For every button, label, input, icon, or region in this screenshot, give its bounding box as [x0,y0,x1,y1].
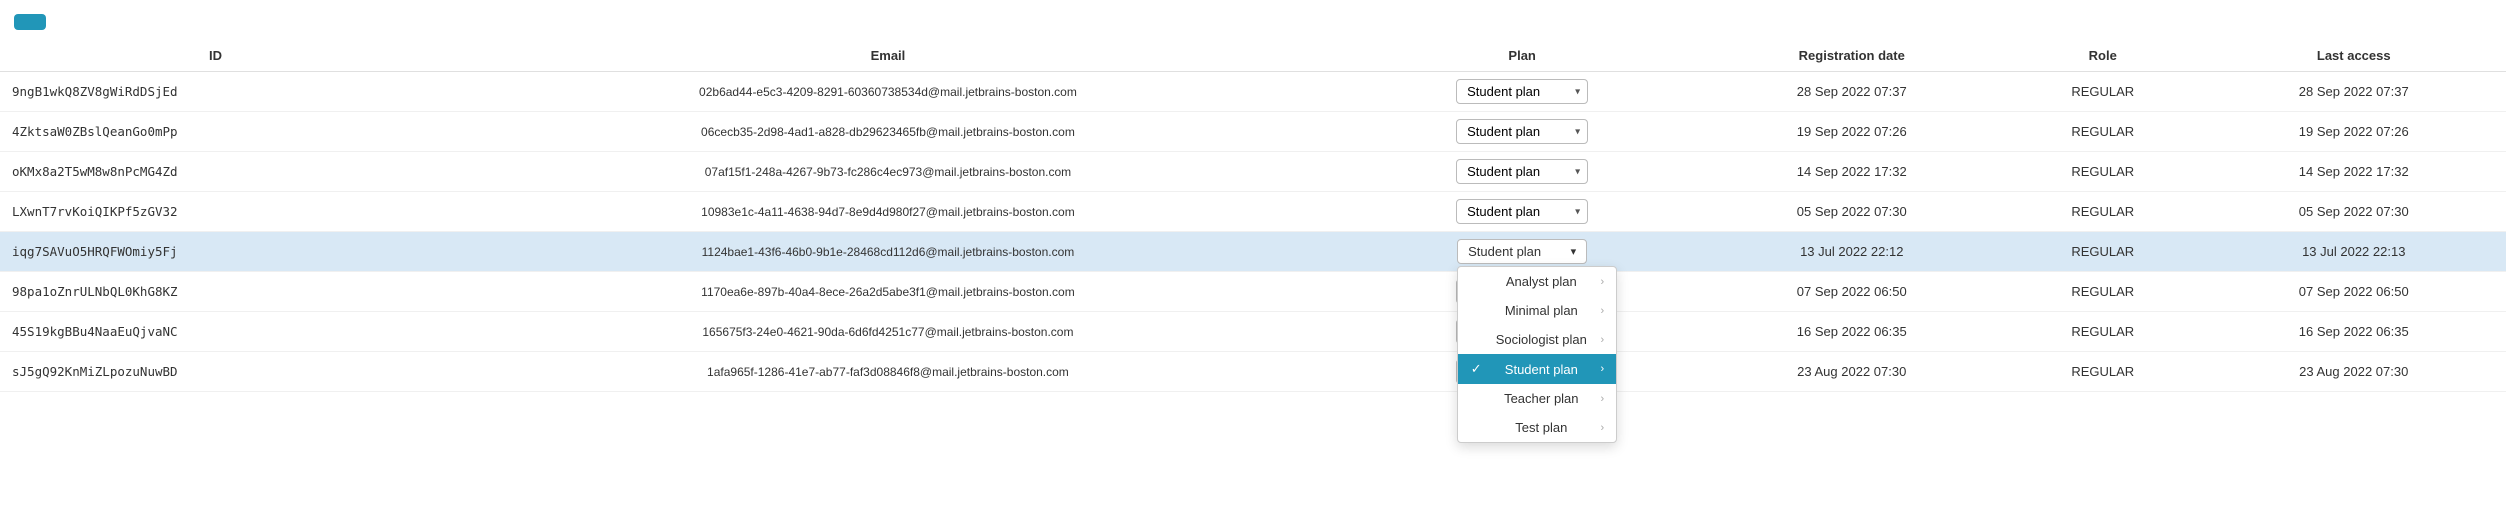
option-arrow-icon: › [1600,276,1604,288]
top-bar [0,0,2506,40]
plan-select-wrapper: Analyst planMinimal planSociologist plan… [1456,159,1588,184]
plan-dropdown-container[interactable]: Student plan▾Analyst plan›Minimal plan›S… [1457,239,1587,264]
col-last-access: Last access [2202,40,2506,72]
cell-plan[interactable]: Analyst planMinimal planSociologist plan… [1345,192,1700,232]
option-arrow-icon: › [1600,363,1604,375]
cell-role: REGULAR [2004,312,2202,352]
cell-email: 02b6ad44-e5c3-4209-8291-60360738534d@mai… [431,72,1345,112]
cell-plan[interactable]: Analyst planMinimal planSociologist plan… [1345,152,1700,192]
cell-role: REGULAR [2004,152,2202,192]
table-row: sJ5gQ92KnMiZLpozuNuwBD1afa965f-1286-41e7… [0,352,2506,392]
table-header-row: ID Email Plan Registration date Role Las… [0,40,2506,72]
col-id: ID [0,40,431,72]
cell-plan[interactable]: Analyst planMinimal planSociologist plan… [1345,112,1700,152]
col-email: Email [431,40,1345,72]
option-arrow-icon: › [1600,422,1604,434]
plan-option-label: Minimal plan [1488,303,1594,318]
plan-dropdown-menu: Analyst plan›Minimal plan›Sociologist pl… [1457,266,1617,443]
option-arrow-icon: › [1600,334,1604,346]
cell-plan[interactable]: Student plan▾Analyst plan›Minimal plan›S… [1345,232,1700,272]
plan-select-wrapper: Analyst planMinimal planSociologist plan… [1456,79,1588,104]
plan-dropdown-option[interactable]: Test plan › [1458,413,1616,442]
cell-email: 10983e1c-4a11-4638-94d7-8e9d4d980f27@mai… [431,192,1345,232]
plan-option-label: Teacher plan [1488,391,1594,406]
plan-select[interactable]: Analyst planMinimal planSociologist plan… [1456,159,1588,184]
table-row: 4ZktsaW0ZBslQeanGo0mPp06cecb35-2d98-4ad1… [0,112,2506,152]
cell-last-access: 28 Sep 2022 07:37 [2202,72,2506,112]
table-row: oKMx8a2T5wM8w8nPcMG4Zd07af15f1-248a-4267… [0,152,2506,192]
cell-last-access: 23 Aug 2022 07:30 [2202,352,2506,392]
cell-email: 1124bae1-43f6-46b0-9b1e-28468cd112d6@mai… [431,232,1345,272]
cell-email: 1170ea6e-897b-40a4-8ece-26a2d5abe3f1@mai… [431,272,1345,312]
cell-reg-date: 05 Sep 2022 07:30 [1700,192,2004,232]
cell-reg-date: 07 Sep 2022 06:50 [1700,272,2004,312]
cell-id: LXwnT7rvKoiQIKPf5zGV32 [0,192,431,232]
cell-reg-date: 28 Sep 2022 07:37 [1700,72,2004,112]
cell-id: 98pa1oZnrULNbQL0KhG8KZ [0,272,431,312]
plan-option-label: Test plan [1488,420,1594,435]
table-row: 98pa1oZnrULNbQL0KhG8KZ1170ea6e-897b-40a4… [0,272,2506,312]
plan-option-label: Student plan [1488,362,1594,377]
cell-role: REGULAR [2004,112,2202,152]
col-plan: Plan [1345,40,1700,72]
plan-select-wrapper: Analyst planMinimal planSociologist plan… [1456,199,1588,224]
plan-select[interactable]: Analyst planMinimal planSociologist plan… [1456,119,1588,144]
option-arrow-icon: › [1600,393,1604,405]
col-role: Role [2004,40,2202,72]
cell-last-access: 07 Sep 2022 06:50 [2202,272,2506,312]
plan-select-wrapper: Analyst planMinimal planSociologist plan… [1456,119,1588,144]
users-table: ID Email Plan Registration date Role Las… [0,40,2506,392]
chevron-down-icon: ▾ [1571,245,1577,258]
option-arrow-icon: › [1600,305,1604,317]
cell-last-access: 19 Sep 2022 07:26 [2202,112,2506,152]
view-all-users-button[interactable] [14,14,46,30]
cell-id: oKMx8a2T5wM8w8nPcMG4Zd [0,152,431,192]
table-row: 9ngB1wkQ8ZV8gWiRdDSjEd02b6ad44-e5c3-4209… [0,72,2506,112]
cell-reg-date: 13 Jul 2022 22:12 [1700,232,2004,272]
table-row: iqg7SAVuO5HRQFWOmiy5Fj1124bae1-43f6-46b0… [0,232,2506,272]
cell-role: REGULAR [2004,272,2202,312]
table-row: LXwnT7rvKoiQIKPf5zGV3210983e1c-4a11-4638… [0,192,2506,232]
plan-select[interactable]: Analyst planMinimal planSociologist plan… [1456,79,1588,104]
plan-dropdown-option[interactable]: Analyst plan › [1458,267,1616,296]
cell-last-access: 14 Sep 2022 17:32 [2202,152,2506,192]
plan-option-label: Sociologist plan [1488,332,1594,347]
cell-reg-date: 19 Sep 2022 07:26 [1700,112,2004,152]
cell-id: iqg7SAVuO5HRQFWOmiy5Fj [0,232,431,272]
table-row: 45S19kgBBu4NaaEuQjvaNC165675f3-24e0-4621… [0,312,2506,352]
plan-select[interactable]: Analyst planMinimal planSociologist plan… [1456,199,1588,224]
cell-reg-date: 16 Sep 2022 06:35 [1700,312,2004,352]
plan-dropdown-option[interactable]: Minimal plan › [1458,296,1616,325]
cell-role: REGULAR [2004,232,2202,272]
checkmark-icon: ✓ [1470,361,1482,377]
cell-id: 4ZktsaW0ZBslQeanGo0mPp [0,112,431,152]
cell-id: sJ5gQ92KnMiZLpozuNuwBD [0,352,431,392]
cell-id: 45S19kgBBu4NaaEuQjvaNC [0,312,431,352]
cell-role: REGULAR [2004,192,2202,232]
cell-id: 9ngB1wkQ8ZV8gWiRdDSjEd [0,72,431,112]
cell-reg-date: 23 Aug 2022 07:30 [1700,352,2004,392]
plan-dropdown-option[interactable]: ✓ Student plan › [1458,354,1616,384]
cell-last-access: 16 Sep 2022 06:35 [2202,312,2506,352]
plan-dropdown-trigger[interactable]: Student plan ▾ [1457,239,1587,264]
cell-last-access: 13 Jul 2022 22:13 [2202,232,2506,272]
cell-role: REGULAR [2004,72,2202,112]
plan-dropdown-label: Student plan [1468,244,1541,259]
cell-email: 1afa965f-1286-41e7-ab77-faf3d08846f8@mai… [431,352,1345,392]
cell-reg-date: 14 Sep 2022 17:32 [1700,152,2004,192]
col-reg-date: Registration date [1700,40,2004,72]
cell-last-access: 05 Sep 2022 07:30 [2202,192,2506,232]
cell-email: 07af15f1-248a-4267-9b73-fc286c4ec973@mai… [431,152,1345,192]
cell-email: 06cecb35-2d98-4ad1-a828-db29623465fb@mai… [431,112,1345,152]
cell-role: REGULAR [2004,352,2202,392]
cell-plan[interactable]: Analyst planMinimal planSociologist plan… [1345,72,1700,112]
plan-dropdown-option[interactable]: Sociologist plan › [1458,325,1616,354]
plan-option-label: Analyst plan [1488,274,1594,289]
plan-dropdown-option[interactable]: Teacher plan › [1458,384,1616,413]
cell-email: 165675f3-24e0-4621-90da-6d6fd4251c77@mai… [431,312,1345,352]
